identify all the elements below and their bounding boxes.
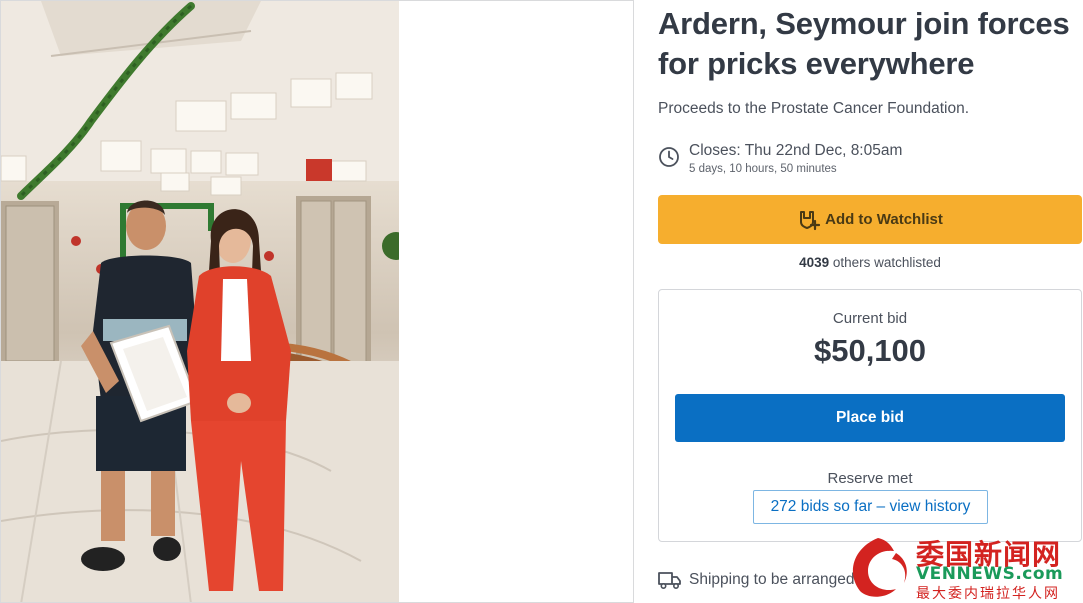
watchlist-count-number: 4039 bbox=[799, 255, 830, 270]
place-bid-button[interactable]: Place bid bbox=[675, 394, 1065, 442]
closes-date: Closes: Thu 22nd Dec, 8:05am bbox=[689, 142, 903, 159]
current-bid-label: Current bid bbox=[832, 310, 908, 327]
shipping-info: Shipping to be arranged bbox=[658, 569, 854, 591]
listing-photo[interactable] bbox=[1, 1, 399, 602]
current-bid-amount: $50,100 bbox=[813, 333, 927, 368]
time-remaining: 5 days, 10 hours, 50 minutes bbox=[689, 163, 837, 175]
watermark-site: VENNEWS.com bbox=[916, 564, 1064, 584]
bid-history-link[interactable]: 272 bids so far – view history bbox=[753, 490, 988, 524]
watermark: 委国新闻网 VENNEWS.com 最大委内瑞拉华人网 bbox=[838, 533, 1083, 603]
watchlist-count: 4039 others watchlisted bbox=[658, 255, 1082, 270]
truck-icon bbox=[658, 572, 681, 590]
shipping-text: Shipping to be arranged bbox=[689, 571, 855, 588]
clock-icon bbox=[659, 147, 679, 167]
listing-photo-frame[interactable] bbox=[0, 0, 634, 603]
watchlist-count-suffix: others watchlisted bbox=[829, 255, 941, 270]
listing-subtitle: Proceeds to the Prostate Cancer Foundati… bbox=[658, 100, 970, 117]
reserve-status: Reserve met bbox=[827, 470, 913, 487]
bid-card: Current bid $50,100 Place bid Reserve me… bbox=[658, 289, 1082, 542]
watchlist-button-label: Add to Watchlist bbox=[825, 211, 943, 228]
watermark-logo-icon bbox=[852, 538, 907, 597]
watchlist-heart-plus-icon bbox=[800, 210, 821, 230]
add-to-watchlist-button[interactable]: Add to Watchlist bbox=[658, 195, 1082, 244]
photo-illustration bbox=[1, 1, 399, 602]
watermark-tagline: 最大委内瑞拉华人网 bbox=[916, 586, 1060, 602]
listing-title: Ardern, Seymour join forces for pricks e… bbox=[658, 6, 1070, 81]
